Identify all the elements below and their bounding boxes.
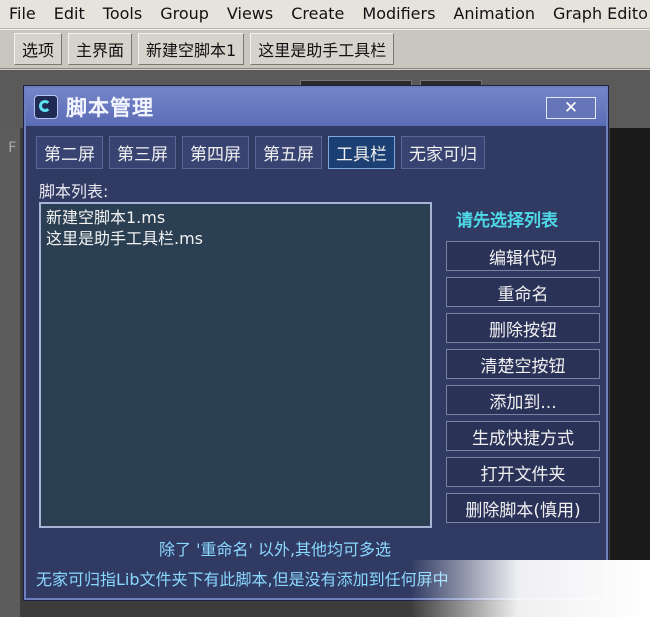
select-list-hint: 请先选择列表 [456, 211, 558, 231]
script-list-label: 脚本列表: [39, 182, 109, 201]
menu-modifiers[interactable]: Modifiers [353, 0, 444, 28]
menu-group[interactable]: Group [151, 0, 218, 28]
close-icon: ✕ [563, 98, 579, 118]
screen-tabs: 第二屏 第三屏 第四屏 第五屏 工具栏 无家可归 [36, 136, 485, 169]
list-item[interactable]: 这里是助手工具栏.ms [46, 228, 425, 249]
script-listbox[interactable]: 新建空脚本1.ms 这里是助手工具栏.ms [39, 202, 432, 528]
menu-edit[interactable]: Edit [45, 0, 94, 28]
toolbar-new-script-button[interactable]: 新建空脚本1 [138, 33, 245, 65]
watermark-fade [410, 560, 650, 617]
viewport-label: F [8, 140, 17, 156]
clear-empty-buttons-button[interactable]: 清楚空按钮 [446, 349, 600, 379]
list-item[interactable]: 新建空脚本1.ms [46, 207, 425, 228]
menu-graph-editors[interactable]: Graph Edito [544, 0, 650, 28]
tab-toolbar[interactable]: 工具栏 [328, 136, 395, 169]
toolbar-options-button[interactable]: 选项 [14, 33, 63, 65]
action-buttons: 编辑代码 重命名 删除按钮 清楚空按钮 添加到... 生成快捷方式 打开文件夹 … [446, 241, 600, 529]
open-folder-button[interactable]: 打开文件夹 [446, 457, 600, 487]
dialog-titlebar[interactable]: 脚本管理 ✕ [26, 88, 606, 126]
toolbar-helper-button[interactable]: 这里是助手工具栏 [250, 33, 395, 65]
create-shortcut-button[interactable]: 生成快捷方式 [446, 421, 600, 451]
maxscript-app-icon [34, 95, 58, 119]
add-to-button[interactable]: 添加到... [446, 385, 600, 415]
menu-views[interactable]: Views [218, 0, 282, 28]
tab-screen-4[interactable]: 第四屏 [182, 136, 249, 169]
script-manager-dialog: 脚本管理 ✕ 第二屏 第三屏 第四屏 第五屏 工具栏 无家可归 脚本列表: 新建… [24, 86, 608, 600]
menubar: File Edit Tools Group Views Create Modif… [0, 0, 650, 29]
dialog-title: 脚本管理 [66, 96, 154, 120]
multi-select-note: 除了 '重命名' 以外,其他均可多选 [159, 540, 392, 559]
delete-script-button[interactable]: 删除脚本(慎用) [446, 493, 600, 523]
edit-code-button[interactable]: 编辑代码 [446, 241, 600, 271]
toolbar-main-ui-button[interactable]: 主界面 [68, 33, 133, 65]
delete-button-button[interactable]: 删除按钮 [446, 313, 600, 343]
left-panel [0, 128, 20, 617]
rename-button[interactable]: 重命名 [446, 277, 600, 307]
script-toolbar: 选项 主界面 新建空脚本1 这里是助手工具栏 [0, 29, 650, 69]
close-button[interactable]: ✕ [546, 97, 596, 119]
tab-screen-3[interactable]: 第三屏 [109, 136, 176, 169]
tab-screen-5[interactable]: 第五屏 [255, 136, 322, 169]
tab-screen-2[interactable]: 第二屏 [36, 136, 103, 169]
menu-animation[interactable]: Animation [444, 0, 544, 28]
menu-create[interactable]: Create [282, 0, 353, 28]
menu-file[interactable]: File [0, 0, 45, 28]
right-panel [610, 128, 650, 617]
tab-homeless[interactable]: 无家可归 [401, 136, 485, 169]
menu-tools[interactable]: Tools [94, 0, 151, 28]
